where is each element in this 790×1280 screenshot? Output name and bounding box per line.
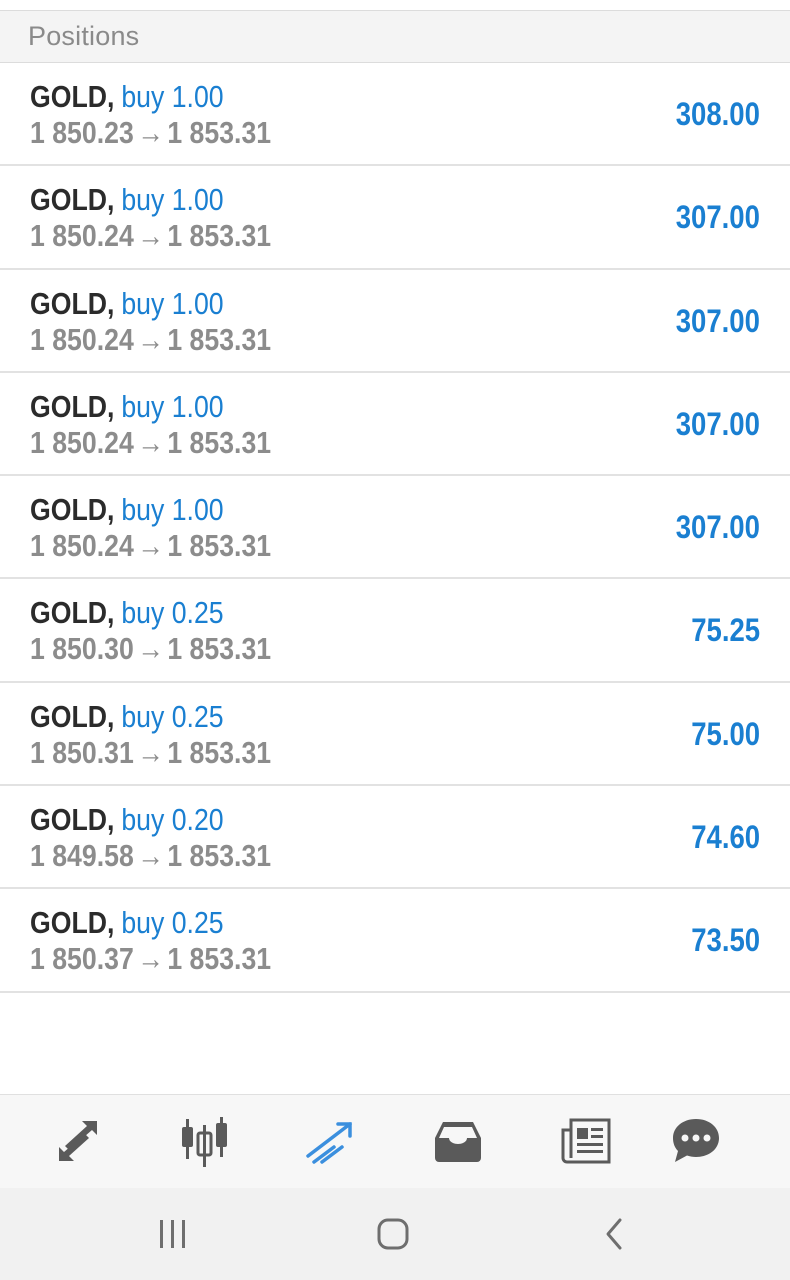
arrow-right-icon: → xyxy=(137,218,164,254)
current-price: 1 853.31 xyxy=(167,321,272,357)
position-volume: 1.00 xyxy=(171,285,224,321)
position-row[interactable]: GOLD, buy 1.00 1 850.24 → 1 853.31 307.00 xyxy=(0,270,790,373)
position-profit: 75.25 xyxy=(691,612,760,649)
position-symbol: GOLD xyxy=(30,182,108,218)
position-profit: 307.00 xyxy=(675,509,760,546)
position-volume: 0.20 xyxy=(171,802,224,838)
position-volume: 0.25 xyxy=(171,698,224,734)
positions-list: GOLD, buy 1.00 1 850.23 → 1 853.31 308.00 G… xyxy=(0,63,790,993)
position-profit: 308.00 xyxy=(675,96,760,132)
position-profit: 307.00 xyxy=(675,199,760,236)
position-profit: 73.50 xyxy=(691,922,760,959)
position-symbol: GOLD xyxy=(30,595,108,631)
arrow-right-icon: → xyxy=(137,321,164,357)
position-row[interactable]: GOLD, buy 1.00 1 850.24 → 1 853.31 307.00 xyxy=(0,166,790,270)
nav-chart[interactable] xyxy=(174,1113,234,1169)
arrow-right-icon: → xyxy=(137,115,164,150)
current-price: 1 853.31 xyxy=(167,115,272,150)
messages-chat-icon xyxy=(673,1119,719,1162)
open-price: 1 850.31 xyxy=(30,734,134,770)
arrow-right-icon: → xyxy=(137,734,164,770)
position-type: buy xyxy=(121,285,165,321)
news-icon xyxy=(561,1118,611,1164)
position-row[interactable]: GOLD, buy 0.25 1 850.37 → 1 853.31 73.50 xyxy=(0,889,790,993)
position-volume: 1.00 xyxy=(171,492,224,528)
position-type: buy xyxy=(121,802,165,838)
position-type: buy xyxy=(121,388,165,424)
position-volume: 0.25 xyxy=(171,905,224,941)
position-type: buy xyxy=(121,905,165,941)
positions-section-header: Positions xyxy=(0,11,790,63)
positions-screen: Positions GOLD, buy 1.00 1 850.23 → 1 853.3… xyxy=(0,0,790,1280)
arrow-right-icon: → xyxy=(137,838,164,874)
position-profit: 307.00 xyxy=(675,302,760,339)
open-price: 1 849.58 xyxy=(30,838,134,874)
position-symbol: GOLD xyxy=(30,79,108,114)
trade-icon xyxy=(306,1122,352,1164)
position-row[interactable]: GOLD, buy 1.00 1 850.24 → 1 853.31 307.00 xyxy=(0,373,790,477)
position-row[interactable]: GOLD, buy 0.25 1 850.30 → 1 853.31 75.25 xyxy=(0,579,790,683)
arrow-right-icon: → xyxy=(137,631,164,667)
nav-trade[interactable] xyxy=(300,1113,360,1169)
arrow-right-icon: → xyxy=(137,424,164,460)
open-price: 1 850.30 xyxy=(30,631,134,667)
position-row[interactable]: GOLD, buy 1.00 1 850.24 → 1 853.31 307.00 xyxy=(0,476,790,580)
recent-apps-icon xyxy=(160,1220,185,1248)
position-symbol: GOLD xyxy=(30,388,108,424)
nav-messages[interactable] xyxy=(666,1113,726,1169)
current-price: 1 853.31 xyxy=(167,528,272,564)
position-symbol: GOLD xyxy=(30,698,108,734)
current-price: 1 853.31 xyxy=(167,838,272,874)
bottom-navigation xyxy=(0,1094,790,1188)
home-icon xyxy=(377,1218,409,1250)
arrow-right-icon: → xyxy=(137,941,164,977)
section-title: Positions xyxy=(28,21,140,51)
open-price: 1 850.24 xyxy=(30,424,134,460)
open-price: 1 850.23 xyxy=(30,115,134,150)
position-profit: 75.00 xyxy=(691,715,760,752)
position-symbol: GOLD xyxy=(30,802,108,838)
position-type: buy xyxy=(121,595,165,631)
recent-apps-button[interactable] xyxy=(143,1210,203,1258)
position-symbol: GOLD xyxy=(30,285,108,321)
position-volume: 1.00 xyxy=(171,182,224,218)
position-row[interactable]: GOLD, buy 0.25 1 850.31 → 1 853.31 75.00 xyxy=(0,683,790,787)
open-price: 1 850.24 xyxy=(30,218,134,254)
position-row[interactable]: GOLD, buy 0.20 1 849.58 → 1 853.31 74.60 xyxy=(0,786,790,890)
position-symbol: GOLD xyxy=(30,905,108,941)
current-price: 1 853.31 xyxy=(167,424,272,460)
open-price: 1 850.37 xyxy=(30,941,134,977)
position-profit: 74.60 xyxy=(691,819,760,856)
system-navigation-bar xyxy=(0,1188,790,1280)
back-button[interactable] xyxy=(585,1210,645,1258)
quotes-arrows-icon xyxy=(59,1121,97,1161)
current-price: 1 853.31 xyxy=(167,218,272,254)
nav-news[interactable] xyxy=(556,1113,616,1169)
arrow-right-icon: → xyxy=(137,528,164,564)
position-type: buy xyxy=(121,182,165,218)
position-type: buy xyxy=(121,492,165,528)
position-volume: 0.25 xyxy=(171,595,224,631)
history-inbox-icon xyxy=(435,1122,481,1162)
current-price: 1 853.31 xyxy=(167,734,272,770)
position-volume: 1.00 xyxy=(171,79,224,114)
back-icon xyxy=(606,1218,622,1250)
home-button[interactable] xyxy=(363,1210,423,1258)
position-type: buy xyxy=(121,79,165,114)
chart-candles-icon xyxy=(182,1117,227,1167)
nav-quotes[interactable] xyxy=(48,1113,108,1169)
position-profit: 307.00 xyxy=(675,405,760,442)
position-type: buy xyxy=(121,698,165,734)
current-price: 1 853.31 xyxy=(167,631,272,667)
current-price: 1 853.31 xyxy=(167,941,272,977)
position-volume: 1.00 xyxy=(171,388,224,424)
position-row[interactable]: GOLD, buy 1.00 1 850.23 → 1 853.31 308.00 xyxy=(0,63,790,167)
open-price: 1 850.24 xyxy=(30,528,134,564)
position-symbol: GOLD xyxy=(30,492,108,528)
open-price: 1 850.24 xyxy=(30,321,134,357)
nav-history[interactable] xyxy=(428,1113,488,1169)
